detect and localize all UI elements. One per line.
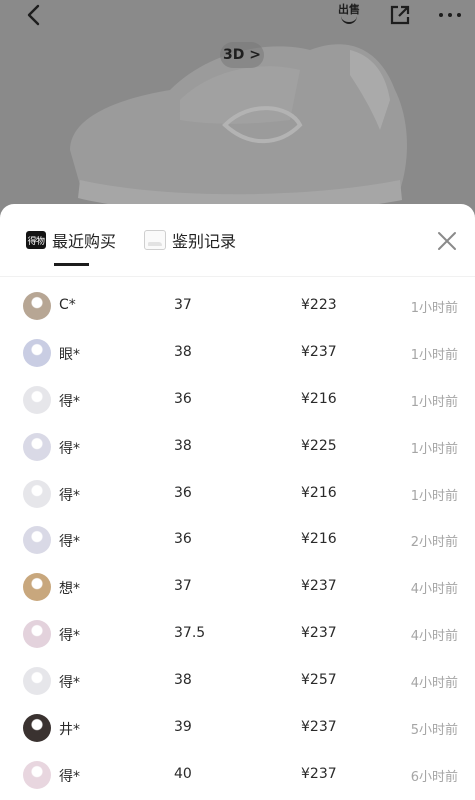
shoe-size: 37: [174, 578, 192, 595]
shoe-size: 40: [174, 765, 192, 782]
purchase-time: 1小时前: [410, 441, 458, 457]
purchase-list: C* 37 ¥223 1小时前 眼* 38 ¥237 1小时前 得* 36 ¥216 1小时前 得* 38…: [0, 283, 475, 799]
more-dot: [457, 13, 461, 17]
view-3d-badge[interactable]: 3D >: [220, 42, 264, 68]
avatar: [23, 432, 51, 461]
list-item: 得* 37.5 ¥237 4小时前: [0, 611, 475, 658]
purchase-time: 4小时前: [410, 676, 458, 692]
price: ¥237: [301, 719, 337, 736]
price: ¥237: [301, 578, 337, 595]
more-icon: [439, 13, 443, 17]
tab-bar: 得物 最近购买 鉴别记录: [0, 204, 475, 277]
list-item: 得* 38 ¥225 1小时前: [0, 424, 475, 471]
purchase-time: 1小时前: [410, 301, 458, 316]
tab-authentication-records[interactable]: 鉴别记录: [144, 228, 236, 252]
shoe-size: 38: [174, 343, 192, 360]
buyer-name: 得*: [59, 534, 80, 551]
buyer-name: 得*: [59, 675, 80, 692]
dewu-logo-icon: 得物: [26, 231, 46, 249]
active-tab-indicator: [54, 263, 89, 266]
tab-recent-purchases[interactable]: 得物 最近购买: [26, 228, 116, 252]
shoe-size: 37.5: [174, 625, 206, 642]
buyer-name: 想*: [59, 581, 80, 598]
sneaker-icon: [144, 230, 166, 250]
list-item: 得* 36 ¥216 1小时前: [0, 377, 475, 424]
buyer-name: 井*: [59, 722, 80, 739]
price: ¥237: [301, 765, 337, 782]
shoe-size: 36: [174, 390, 192, 407]
top-bar: 出售: [0, 0, 475, 30]
shoe-size: 36: [174, 484, 192, 501]
purchase-time: 4小时前: [410, 582, 458, 598]
avatar: [23, 338, 51, 367]
avatar: [23, 479, 51, 508]
shoe-size: 38: [174, 672, 192, 689]
sell-icon: [341, 16, 357, 24]
share-icon: [390, 5, 410, 25]
avatar: [23, 714, 51, 743]
buyer-name: 得*: [59, 440, 80, 457]
price: ¥216: [301, 390, 337, 407]
list-item: 得* 40 ¥237 6小时前: [0, 752, 475, 799]
recent-purchases-sheet: 得物 最近购买 鉴别记录 C* 37 ¥223 1小时前 眼* 38 ¥237 1小时前 得* 3…: [0, 204, 475, 800]
more-dot: [448, 13, 452, 17]
purchase-time: 1小时前: [410, 347, 458, 363]
purchase-time: 4小时前: [410, 629, 458, 645]
shoe-size: 36: [174, 531, 192, 548]
more-button[interactable]: [432, 0, 468, 30]
buyer-name: 眼*: [59, 346, 80, 363]
buyer-name: 得*: [59, 628, 80, 645]
list-item: 眼* 38 ¥237 1小时前: [0, 330, 475, 377]
price: ¥223: [301, 297, 337, 313]
price: ¥216: [301, 484, 337, 501]
avatar: [23, 760, 51, 789]
purchase-time: 5小时前: [410, 723, 458, 739]
purchase-time: 6小时前: [410, 769, 458, 785]
purchase-time: 2小时前: [410, 535, 458, 551]
shoe-size: 39: [174, 719, 192, 736]
avatar: [23, 620, 51, 649]
back-button[interactable]: [18, 0, 48, 30]
avatar: [23, 292, 51, 320]
buyer-name: C*: [59, 297, 76, 313]
price: ¥237: [301, 625, 337, 642]
back-arrow-icon: [27, 4, 40, 26]
buyer-name: 得*: [59, 768, 80, 785]
price: ¥237: [301, 343, 337, 360]
avatar: [23, 667, 51, 696]
list-item: 想* 37 ¥237 4小时前: [0, 564, 475, 611]
list-item: 得* 36 ¥216 1小时前: [0, 471, 475, 518]
avatar: [23, 573, 51, 602]
list-item: C* 37 ¥223 1小时前: [0, 283, 475, 330]
shoe-size: 37: [174, 297, 192, 313]
avatar: [23, 385, 51, 414]
purchase-time: 1小时前: [410, 488, 458, 504]
buyer-name: 得*: [59, 487, 80, 504]
sell-button[interactable]: 出售: [334, 0, 364, 30]
list-item: 井* 39 ¥237 5小时前: [0, 705, 475, 752]
price: ¥225: [301, 437, 337, 454]
product-hero: 出售 3D >: [0, 0, 475, 230]
purchase-time: 1小时前: [410, 394, 458, 410]
tab-label: 鉴别记录: [172, 232, 237, 251]
shoe-size: 38: [174, 437, 192, 454]
tab-label: 最近购买: [52, 232, 117, 251]
list-item: 得* 38 ¥257 4小时前: [0, 658, 475, 705]
price: ¥216: [301, 531, 337, 548]
avatar: [23, 526, 51, 555]
sell-label: 出售: [338, 3, 360, 16]
list-item: 得* 36 ¥216 2小时前: [0, 517, 475, 564]
buyer-name: 得*: [59, 393, 80, 410]
close-icon[interactable]: [434, 228, 460, 254]
price: ¥257: [301, 672, 337, 689]
share-button[interactable]: [385, 0, 415, 30]
